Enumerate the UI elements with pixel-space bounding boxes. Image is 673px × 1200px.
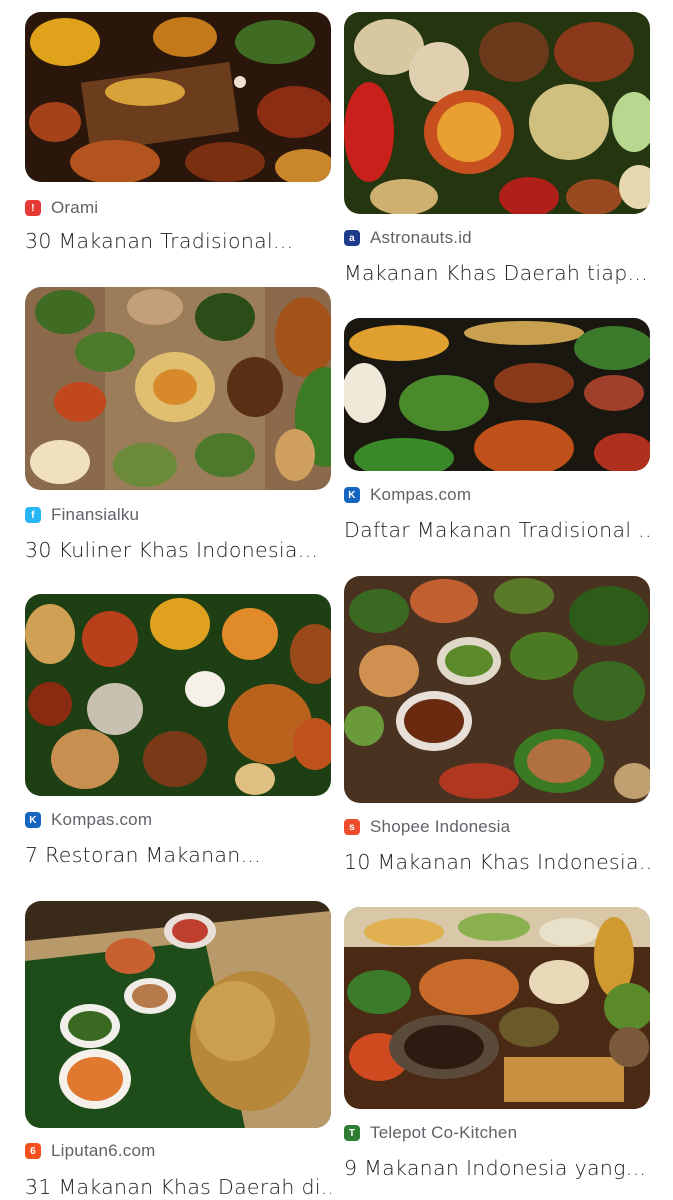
image-result-card[interactable]: s Shopee Indonesia 10 Makanan Khas Indon… — [344, 576, 650, 876]
result-source[interactable]: T Telepot Co-Kitchen — [344, 1122, 517, 1144]
image-result-card[interactable]: 6 Liputan6.com 31 Makanan Khas Daerah di… — [25, 901, 331, 1200]
orami-icon: ! — [25, 200, 41, 216]
result-title[interactable]: 9 Makanan Indonesia yang... — [344, 1156, 650, 1180]
result-source[interactable]: K Kompas.com — [344, 484, 471, 506]
result-title[interactable]: 31 Makanan Khas Daerah di... — [25, 1175, 331, 1199]
image-result-card[interactable]: f Finansialku 30 Kuliner Khas Indonesia.… — [25, 287, 331, 567]
result-title[interactable]: 7 Restoran Makanan... — [25, 843, 331, 867]
result-title[interactable]: 30 Kuliner Khas Indonesia... — [25, 538, 331, 562]
result-source[interactable]: 6 Liputan6.com — [25, 1140, 155, 1162]
result-title[interactable]: Daftar Makanan Tradisional ... — [344, 518, 650, 542]
kompas-icon: K — [25, 812, 41, 828]
result-thumbnail[interactable] — [344, 576, 650, 803]
finansialku-icon: f — [25, 507, 41, 523]
result-thumbnail[interactable] — [344, 318, 650, 471]
result-thumbnail[interactable] — [344, 907, 650, 1109]
image-result-card[interactable]: K Kompas.com 7 Restoran Makanan... — [25, 594, 331, 874]
result-thumbnail[interactable] — [25, 594, 331, 796]
source-name: Kompas.com — [51, 810, 153, 829]
result-thumbnail[interactable] — [25, 901, 331, 1128]
source-name: Shopee Indonesia — [370, 817, 511, 836]
liputan6-icon: 6 — [25, 1143, 41, 1159]
image-result-card[interactable]: T Telepot Co-Kitchen 9 Makanan Indonesia… — [344, 907, 650, 1197]
result-source[interactable]: ! Orami — [25, 197, 98, 219]
source-name: Telepot Co-Kitchen — [370, 1123, 518, 1142]
result-title[interactable]: Makanan Khas Daerah tiap... — [344, 261, 650, 285]
astronauts-icon: a — [344, 230, 360, 246]
result-thumbnail[interactable] — [344, 12, 650, 214]
result-title[interactable]: 10 Makanan Khas Indonesia... — [344, 850, 650, 874]
source-name: Finansialku — [51, 505, 140, 524]
image-result-card[interactable]: a Astronauts.id Makanan Khas Daerah tiap… — [344, 12, 650, 292]
source-name: Liputan6.com — [51, 1141, 156, 1160]
result-source[interactable]: K Kompas.com — [25, 809, 152, 831]
image-result-card[interactable]: K Kompas.com Daftar Makanan Tradisional … — [344, 318, 650, 550]
telepot-icon: T — [344, 1125, 360, 1141]
source-name: Kompas.com — [370, 485, 472, 504]
result-source[interactable]: a Astronauts.id — [344, 227, 472, 249]
result-source[interactable]: s Shopee Indonesia — [344, 816, 510, 838]
result-source[interactable]: f Finansialku — [25, 504, 139, 526]
result-thumbnail[interactable] — [25, 12, 331, 182]
shopee-icon: s — [344, 819, 360, 835]
result-title[interactable]: 30 Makanan Tradisional... — [25, 229, 331, 253]
source-name: Orami — [51, 198, 99, 217]
image-result-card[interactable]: ! Orami 30 Makanan Tradisional... — [25, 12, 331, 257]
source-name: Astronauts.id — [370, 228, 472, 247]
kompas-icon: K — [344, 487, 360, 503]
result-thumbnail[interactable] — [25, 287, 331, 490]
